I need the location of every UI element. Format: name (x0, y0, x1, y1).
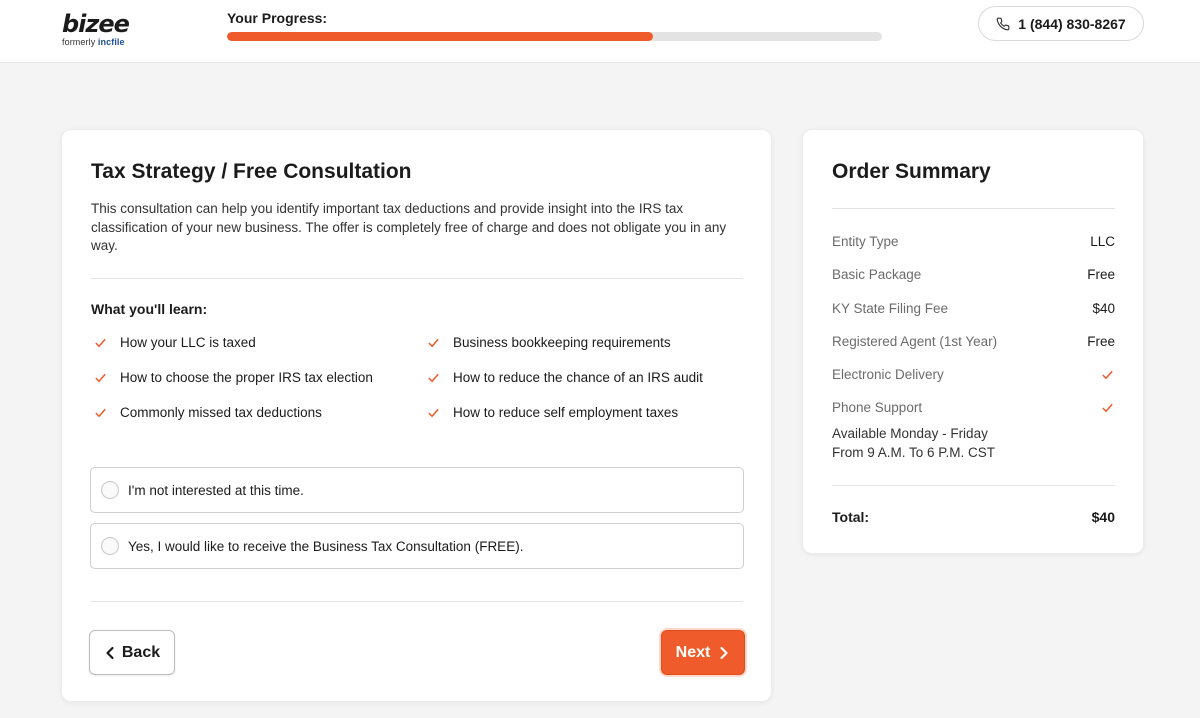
divider (91, 601, 743, 602)
total-label: Total: (832, 509, 870, 525)
support-hours: Available Monday - Friday From 9 A.M. To… (832, 426, 996, 460)
radio-button[interactable] (101, 481, 119, 499)
phone-icon (996, 17, 1010, 30)
learn-item: Business bookkeeping requirements (426, 335, 671, 350)
divider (832, 208, 1115, 209)
back-button[interactable]: Back (89, 630, 175, 675)
radio-button[interactable] (101, 537, 119, 555)
logo-formerly: formerly incfile (62, 37, 125, 47)
summary-row: Registered Agent (1st Year) Free (832, 334, 1115, 349)
check-icon (428, 373, 439, 383)
logo-wordmark: bizee (62, 10, 130, 38)
check-icon (428, 338, 439, 348)
summary-row: Basic Package Free (832, 267, 1115, 282)
learn-item: How to choose the proper IRS tax electio… (93, 370, 373, 385)
check-icon (95, 408, 106, 418)
order-summary-card: Order Summary Entity Type LLC Basic Packa… (802, 129, 1144, 554)
chevron-left-icon (106, 646, 114, 659)
summary-row: Phone Support (832, 400, 1115, 415)
progress-fill (227, 32, 653, 41)
summary-row: Entity Type LLC (832, 234, 1115, 249)
divider (832, 485, 1115, 486)
learn-item: How to reduce the chance of an IRS audit (426, 370, 703, 385)
phone-button[interactable]: 1 (844) 830-8267 (978, 6, 1144, 41)
check-icon (95, 338, 106, 348)
option-label: Yes, I would like to receive the Busines… (128, 538, 524, 554)
option-yes-consultation[interactable]: Yes, I would like to receive the Busines… (90, 523, 744, 569)
learn-item: Commonly missed tax deductions (93, 405, 322, 420)
option-label: I'm not interested at this time. (128, 482, 304, 498)
top-header: bizee formerly incfile Your Progress: 1 … (0, 0, 1200, 63)
chevron-right-icon (720, 646, 728, 659)
next-button[interactable]: Next (661, 630, 745, 675)
divider (91, 278, 743, 279)
check-icon (428, 408, 439, 418)
progress-bar (227, 32, 882, 41)
total-value: $40 (1091, 509, 1115, 525)
page-title: Tax Strategy / Free Consultation (91, 160, 412, 183)
option-not-interested[interactable]: I'm not interested at this time. (90, 467, 744, 513)
phone-number: 1 (844) 830-8267 (1018, 15, 1126, 32)
consultation-description: This consultation can help you identify … (91, 201, 727, 253)
learn-item: How to reduce self employment taxes (426, 405, 678, 420)
check-icon (1102, 403, 1113, 413)
check-icon (95, 373, 106, 383)
progress-label: Your Progress: (227, 10, 328, 26)
order-summary-title: Order Summary (832, 160, 991, 183)
total-row: Total: $40 (832, 509, 1115, 525)
summary-row: KY State Filing Fee $40 (832, 301, 1115, 316)
learn-heading: What you'll learn: (91, 301, 208, 317)
consultation-card: Tax Strategy / Free Consultation This co… (61, 129, 772, 702)
summary-row: Electronic Delivery (832, 367, 1115, 382)
learn-item: How your LLC is taxed (93, 335, 256, 350)
bizee-logo[interactable]: bizee formerly incfile (62, 12, 142, 52)
check-icon (1102, 370, 1113, 380)
